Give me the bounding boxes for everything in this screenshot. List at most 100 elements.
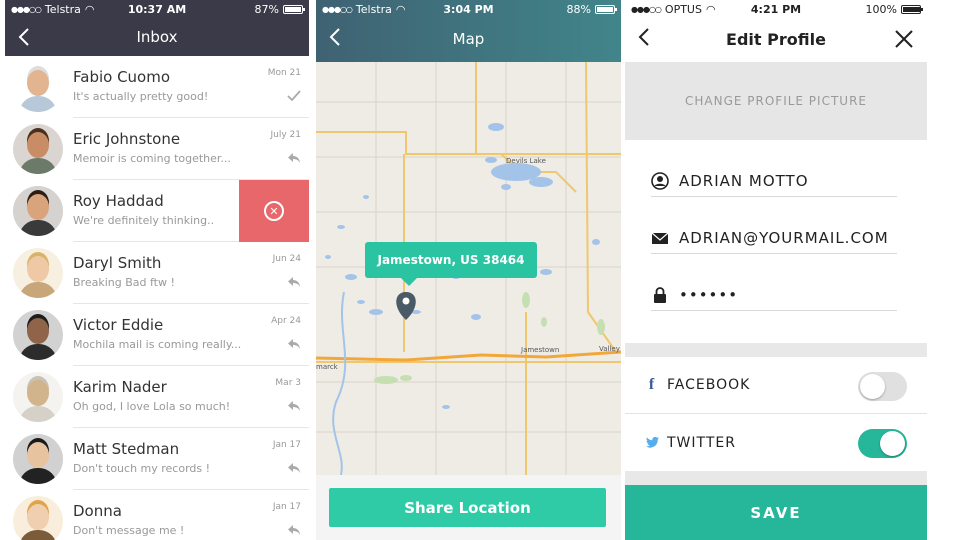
list-item[interactable]: Victor Eddie Mochila mail is coming reall… — [5, 304, 309, 366]
signal-icon: ●●●○○ — [322, 4, 353, 14]
message-date: Apr 24 — [271, 316, 301, 326]
back-button[interactable] — [324, 25, 346, 49]
sender-name: Karim Nader — [73, 378, 167, 396]
back-button[interactable] — [13, 25, 35, 49]
reply-icon[interactable] — [287, 276, 301, 288]
list-item[interactable]: Karim Nader Oh god, I love Lola so much! M… — [5, 366, 309, 428]
map-label-devils-lake: Devils Lake — [506, 157, 546, 165]
reply-icon[interactable] — [287, 524, 301, 536]
message-preview: Breaking Bad ftw ! — [73, 276, 175, 289]
check-icon — [287, 90, 301, 102]
list-item[interactable]: Daryl Smith Breaking Bad ftw ! Jun 24 — [5, 242, 309, 304]
divider — [625, 343, 927, 357]
signal-icon: ●●●○○ — [631, 4, 662, 14]
name-field[interactable]: ADRIAN MOTTO — [651, 140, 897, 197]
edit-profile-screen: ●●●○○ OPTUS ◠ 4:21 PM 100% Edit Profile CH… — [625, 0, 927, 540]
facebook-label: FACEBOOK — [667, 377, 751, 393]
location-tooltip[interactable]: Jamestown, US 38464 — [365, 242, 537, 286]
map-footer: Share Location — [316, 475, 621, 540]
avatar — [13, 496, 63, 540]
facebook-toggle[interactable] — [858, 372, 907, 401]
facebook-row: f FACEBOOK — [625, 357, 927, 414]
envelope-icon — [651, 232, 669, 244]
list-item[interactable]: Matt Stedman Don't touch my records ! Jan … — [5, 428, 309, 490]
change-profile-picture-button[interactable]: CHANGE PROFILE PICTURE — [625, 62, 927, 140]
avatar — [13, 124, 63, 174]
message-date: Jan 17 — [272, 502, 301, 512]
location-pin-icon[interactable] — [396, 292, 416, 320]
wifi-icon: ◠ — [84, 2, 95, 16]
status-bar: ●●●○○ Telstra ◠ 3:04 PM 88% — [316, 0, 621, 18]
tooltip-text: Jamestown, US 38464 — [377, 253, 525, 267]
wifi-icon: ◠ — [705, 2, 716, 16]
battery-icon — [901, 4, 923, 14]
battery-level — [285, 6, 301, 12]
status-bar: ●●●○○ Telstra ◠ 10:37 AM 87% — [5, 0, 309, 18]
message-date: Mon 21 — [267, 68, 301, 78]
avatar — [13, 372, 63, 422]
carrier: OPTUS — [664, 2, 702, 16]
list-item[interactable]: Donna Don't message me ! Jan 17 — [5, 490, 309, 540]
delete-button[interactable]: ✕ — [239, 180, 309, 242]
list-item[interactable]: Fabio Cuomo It's actually pretty good! Mon… — [5, 56, 309, 118]
battery-icon — [595, 4, 617, 14]
message-date: July 21 — [270, 130, 302, 140]
back-button[interactable] — [633, 25, 655, 49]
twitter-toggle[interactable] — [858, 429, 907, 458]
battery-percent: 87% — [254, 2, 279, 16]
message-preview: Don't touch my records ! — [73, 462, 211, 475]
message-date: Jun 24 — [272, 254, 301, 264]
message-preview: It's actually pretty good! — [73, 90, 209, 103]
toggle-knob — [880, 431, 905, 456]
list-item[interactable]: Roy Haddad We're definitely thinking.. ✕ — [5, 180, 309, 242]
battery-level — [597, 6, 613, 12]
page-title: Map — [452, 30, 485, 48]
reply-icon[interactable] — [287, 400, 301, 412]
wifi-icon: ◠ — [395, 2, 406, 16]
reply-icon[interactable] — [287, 338, 301, 350]
page-title: Edit Profile — [726, 29, 826, 49]
password-field[interactable]: •••••• — [651, 254, 897, 311]
battery-level — [903, 6, 921, 12]
toggle-knob — [860, 374, 885, 399]
profile-form: ADRIAN MOTTO ADRIAN@YOURMAIL.COM •••••• — [625, 140, 927, 343]
chevron-left-icon — [329, 28, 340, 46]
map-screen: ●●●○○ Telstra ◠ 3:04 PM 88% Map Devils L… — [316, 0, 621, 540]
user-icon — [651, 172, 669, 190]
avatar — [13, 248, 63, 298]
message-date: Jan 17 — [272, 440, 301, 450]
name-value: ADRIAN MOTTO — [679, 172, 809, 190]
page-title: Inbox — [136, 28, 178, 46]
chevron-left-icon — [638, 28, 649, 46]
message-date: Mar 3 — [275, 378, 301, 388]
battery-percent: 88% — [566, 2, 591, 16]
map-label-bismarck: marck — [316, 363, 339, 371]
avatar — [13, 186, 63, 236]
email-field[interactable]: ADRIAN@YOURMAIL.COM — [651, 197, 897, 254]
map-label-valley: Valley C — [599, 345, 621, 353]
facebook-icon: f — [648, 376, 656, 393]
email-value: ADRIAN@YOURMAIL.COM — [679, 229, 889, 247]
twitter-label: TWITTER — [667, 434, 736, 451]
twitter-icon — [645, 437, 659, 448]
carrier: Telstra — [44, 2, 81, 16]
message-preview: Oh god, I love Lola so much! — [73, 400, 231, 413]
chevron-left-icon — [18, 28, 29, 46]
reply-icon[interactable] — [287, 462, 301, 474]
twitter-row: TWITTER — [625, 414, 927, 471]
status-bar: ●●●○○ OPTUS ◠ 4:21 PM 100% — [625, 0, 927, 18]
avatar — [13, 62, 63, 112]
list-item[interactable]: Eric Johnstone Memoir is coming together.… — [5, 118, 309, 180]
message-list: Fabio Cuomo It's actually pretty good! Mon… — [5, 56, 309, 540]
close-icon[interactable] — [893, 28, 915, 50]
inbox-screen: ●●●○○ Telstra ◠ 10:37 AM 87% Inbox Fabio C… — [5, 0, 309, 540]
map-view[interactable]: Devils Lake Jamestown Valley C marck Jam… — [316, 61, 621, 476]
battery-icon — [283, 4, 305, 14]
share-location-button[interactable]: Share Location — [329, 488, 606, 527]
save-button[interactable]: SAVE — [625, 485, 927, 540]
reply-icon[interactable] — [287, 152, 301, 164]
lock-icon — [654, 287, 666, 303]
carrier: Telstra — [355, 2, 392, 16]
map-header: ●●●○○ Telstra ◠ 3:04 PM 88% Map — [316, 0, 621, 62]
inbox-header: ●●●○○ Telstra ◠ 10:37 AM 87% Inbox — [5, 0, 309, 56]
